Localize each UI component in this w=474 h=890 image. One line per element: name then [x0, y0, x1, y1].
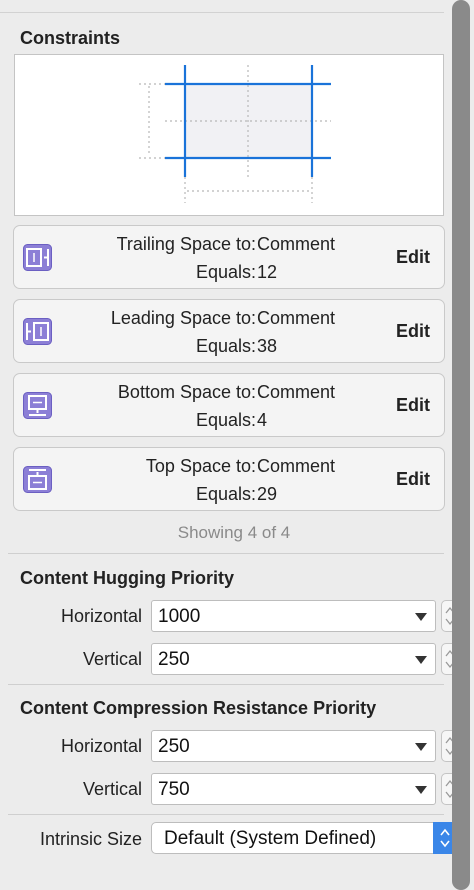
constraint-target: Comment: [257, 456, 336, 476]
constraint-trailing[interactable]: Trailing Space to: Comment Equals: 12 Ed…: [13, 225, 445, 289]
dropdown-arrow-icon: [415, 786, 427, 794]
intrinsic-size-value: Default (System Defined): [164, 828, 377, 849]
constraints-diagram: [139, 65, 331, 203]
constraint-value: 4: [257, 410, 268, 430]
dropdown-arrow-icon: [415, 613, 427, 621]
leading-space-icon: [23, 318, 52, 345]
intrinsic-size-popup[interactable]: Default (System Defined): [151, 822, 457, 854]
vertical-scrollbar[interactable]: [452, 0, 470, 890]
select-value: 250: [158, 649, 190, 670]
section-divider: [8, 814, 444, 815]
constraint-bottom[interactable]: Bottom Space to: Comment Equals: 4 Edit: [13, 373, 445, 437]
hugging-horizontal-select[interactable]: 1000: [151, 600, 436, 632]
compression-title: Content Compression Resistance Priority: [20, 698, 377, 718]
constraint-target: Comment: [257, 234, 336, 254]
trailing-space-icon: [23, 244, 52, 271]
constraint-value: 38: [257, 336, 278, 356]
constraints-title: Constraints: [20, 28, 121, 48]
edit-button[interactable]: Edit: [396, 247, 430, 268]
constraint-target: Comment: [257, 382, 336, 402]
constraint-value: 29: [257, 484, 278, 504]
constraint-top[interactable]: Top Space to: Comment Equals: 29 Edit: [13, 447, 445, 511]
equals-label: Equals:: [195, 262, 256, 282]
hugging-vertical-label: Vertical: [82, 649, 142, 669]
compression-horizontal-label: Horizontal: [60, 736, 142, 756]
edit-button[interactable]: Edit: [396, 321, 430, 342]
intrinsic-size-label: Intrinsic Size: [39, 829, 142, 849]
dropdown-arrow-icon: [415, 743, 427, 751]
dropdown-arrow-icon: [415, 656, 427, 664]
top-space-icon: [23, 466, 52, 493]
bottom-space-icon: [23, 392, 52, 419]
constraints-preview: [14, 54, 444, 216]
equals-label: Equals:: [195, 410, 256, 430]
constraint-label: Leading Space to:: [110, 308, 256, 328]
section-divider: [8, 684, 444, 685]
select-value: 750: [158, 779, 190, 800]
constraint-target: Comment: [257, 308, 336, 328]
select-value: 250: [158, 736, 190, 757]
compression-vertical-label: Vertical: [82, 779, 142, 799]
hugging-title: Content Hugging Priority: [20, 568, 234, 588]
constraint-label: Trailing Space to:: [116, 234, 256, 254]
constraint-label: Bottom Space to:: [117, 382, 256, 402]
updown-chevron-icon: [440, 828, 450, 848]
section-divider: [8, 553, 444, 554]
equals-label: Equals:: [195, 484, 256, 504]
showing-count: Showing 4 of 4: [177, 523, 291, 542]
edit-button[interactable]: Edit: [396, 395, 430, 416]
constraint-label: Top Space to:: [145, 456, 256, 476]
select-value: 1000: [158, 606, 201, 627]
edit-button[interactable]: Edit: [396, 469, 430, 490]
compression-vertical-select[interactable]: 750: [151, 773, 436, 805]
constraint-value: 12: [257, 262, 278, 282]
top-divider: [0, 12, 444, 13]
equals-label: Equals:: [195, 336, 256, 356]
compression-horizontal-select[interactable]: 250: [151, 730, 436, 762]
hugging-horizontal-label: Horizontal: [60, 606, 142, 626]
constraint-leading[interactable]: Leading Space to: Comment Equals: 38 Edi…: [13, 299, 445, 363]
hugging-vertical-select[interactable]: 250: [151, 643, 436, 675]
